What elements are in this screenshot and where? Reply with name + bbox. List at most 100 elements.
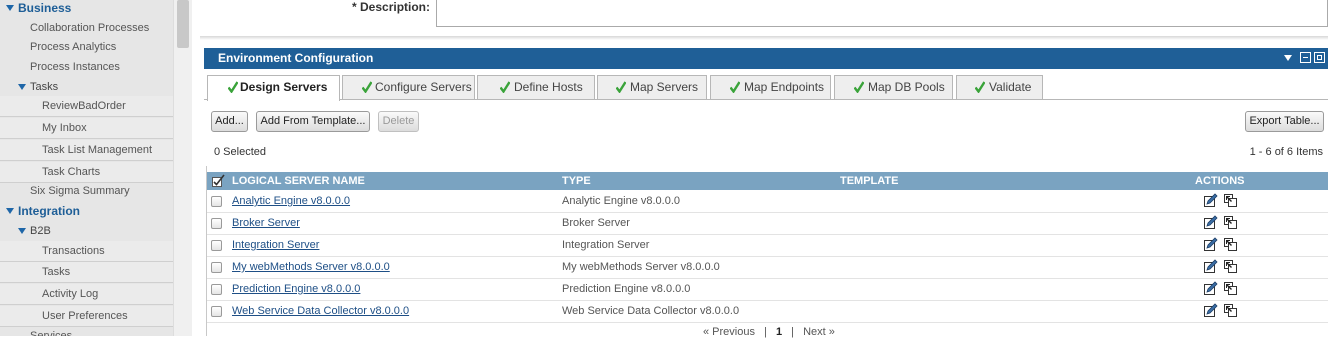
edit-icon[interactable] [1203, 303, 1218, 318]
column-header-name[interactable]: LOGICAL SERVER NAME [232, 175, 365, 187]
tab-configure-servers[interactable]: Configure Servers [342, 75, 475, 99]
server-name-link[interactable]: Integration Server [232, 239, 319, 251]
tab-map-endpoints[interactable]: Map Endpoints [710, 75, 831, 99]
sidebar-label: Task Charts [42, 166, 101, 178]
sidebar-group-b2b[interactable]: B2B [0, 221, 173, 242]
table-row[interactable]: My webMethods Server v8.0.0.0 My webMetho… [207, 257, 1328, 279]
expand-triangle-icon[interactable] [18, 84, 26, 90]
column-header-template[interactable]: TEMPLATE [840, 175, 898, 187]
sidebar-group-tasks[interactable]: Tasks [0, 77, 173, 98]
expand-triangle-icon[interactable] [18, 228, 26, 234]
add-button[interactable]: Add... [211, 111, 248, 132]
description-label: * Description: [352, 0, 431, 14]
sidebar-item-services[interactable]: Services [0, 326, 173, 336]
current-page[interactable]: 1 [776, 326, 782, 338]
sidebar-item-review-bad-order[interactable]: ReviewBadOrder [0, 96, 173, 117]
copy-icon[interactable] [1223, 281, 1238, 296]
sidebar-item-task-charts[interactable]: Task Charts [0, 162, 173, 183]
row-checkbox[interactable] [211, 306, 222, 317]
tab-label: Validate [989, 80, 1032, 94]
table-row[interactable]: Integration Server Integration Server [207, 235, 1328, 257]
row-checkbox[interactable] [211, 196, 222, 207]
copy-icon[interactable] [1223, 259, 1238, 274]
check-icon [730, 81, 740, 93]
table-row[interactable]: Broker Server Broker Server [207, 213, 1328, 235]
edit-icon[interactable] [1203, 193, 1218, 208]
server-type: Prediction Engine v8.0.0.0 [562, 283, 691, 295]
sidebar-item-my-inbox[interactable]: My Inbox [0, 118, 173, 139]
next-page-link[interactable]: Next » [803, 326, 835, 338]
pager-separator: | [764, 326, 767, 338]
copy-icon[interactable] [1223, 193, 1238, 208]
tab-label: Design Servers [240, 80, 328, 94]
sidebar-item-user-preferences[interactable]: User Preferences [0, 306, 173, 327]
expand-triangle-icon[interactable] [6, 208, 14, 214]
export-table-button[interactable]: Export Table... [1245, 111, 1324, 132]
expand-triangle-icon[interactable] [6, 5, 14, 11]
server-type: Broker Server [562, 217, 630, 229]
server-name-link[interactable]: Analytic Engine v8.0.0.0 [232, 195, 350, 207]
sidebar-item-process-analytics[interactable]: Process Analytics [0, 37, 173, 58]
edit-icon[interactable] [1203, 259, 1218, 274]
sidebar-item-b2b-tasks[interactable]: Tasks [0, 262, 173, 283]
panel-title: Environment Configuration [218, 51, 374, 65]
tab-define-hosts[interactable]: Define Hosts [477, 75, 595, 99]
copy-icon[interactable] [1223, 215, 1238, 230]
tab-map-db-pools[interactable]: Map DB Pools [834, 75, 953, 99]
sidebar-item-activity-log[interactable]: Activity Log [0, 284, 173, 305]
edit-icon[interactable] [1203, 281, 1218, 296]
select-all-icon[interactable] [212, 174, 225, 187]
edit-icon[interactable] [1203, 237, 1218, 252]
sidebar-label: Process Analytics [30, 41, 117, 53]
row-checkbox[interactable] [211, 218, 222, 229]
tab-design-servers[interactable]: Design Servers [207, 75, 340, 101]
edit-icon[interactable] [1203, 215, 1218, 230]
sidebar-category-business[interactable]: Business [0, 0, 173, 19]
minimize-icon[interactable] [1300, 52, 1311, 63]
scrollbar-thumb[interactable] [177, 0, 189, 48]
delete-button: Delete [378, 111, 419, 132]
table-row[interactable]: Prediction Engine v8.0.0.0 Prediction Eng… [207, 279, 1328, 301]
sidebar-scrollbar[interactable] [173, 0, 192, 336]
sidebar-label: Task List Management [42, 144, 153, 156]
sidebar-label: ReviewBadOrder [42, 100, 126, 112]
selection-count: 0 Selected [214, 146, 266, 158]
server-name-link[interactable]: Prediction Engine v8.0.0.0 [232, 283, 360, 295]
copy-icon[interactable] [1223, 237, 1238, 252]
server-type: Analytic Engine v8.0.0.0 [562, 195, 681, 207]
sidebar-item-task-list-management[interactable]: Task List Management [0, 140, 173, 161]
sidebar-label: Process Instances [30, 61, 120, 73]
row-checkbox[interactable] [211, 262, 222, 273]
sidebar-label: User Preferences [42, 310, 128, 322]
sidebar-item-process-instances[interactable]: Process Instances [0, 57, 173, 78]
table-row[interactable]: Web Service Data Collector v8.0.0.0 Web S… [207, 301, 1328, 323]
tab-validate[interactable]: Validate [956, 75, 1043, 99]
previous-page-link[interactable]: « Previous [703, 326, 755, 338]
column-header-actions: ACTIONS [1195, 175, 1245, 187]
sidebar-category-integration[interactable]: Integration [0, 201, 173, 222]
row-checkbox[interactable] [211, 284, 222, 295]
sidebar-label: Activity Log [42, 288, 99, 300]
check-icon [228, 81, 238, 93]
server-name-link[interactable]: My webMethods Server v8.0.0.0 [232, 261, 390, 273]
table-row[interactable]: Analytic Engine v8.0.0.0 Analytic Engine … [207, 191, 1328, 213]
check-icon [975, 81, 985, 93]
panel-header: Environment Configuration [204, 48, 1328, 69]
server-name-link[interactable]: Web Service Data Collector v8.0.0.0 [232, 305, 409, 317]
copy-icon[interactable] [1223, 303, 1238, 318]
sidebar-item-transactions[interactable]: Transactions [0, 241, 173, 262]
column-header-type[interactable]: TYPE [562, 175, 591, 187]
tab-label: Map Endpoints [744, 80, 825, 94]
description-field[interactable] [436, 0, 1328, 27]
maximize-icon[interactable] [1314, 52, 1325, 63]
items-range: 1 - 6 of 6 Items [1249, 146, 1323, 158]
sidebar-label: Business [18, 1, 72, 15]
sidebar-item-collaboration-processes[interactable]: Collaboration Processes [0, 18, 173, 39]
sidebar-item-six-sigma-summary[interactable]: Six Sigma Summary [0, 181, 173, 202]
add-from-template-button[interactable]: Add From Template... [256, 111, 370, 132]
tab-map-servers[interactable]: Map Servers [597, 75, 707, 99]
panel-menu-icon[interactable] [1284, 55, 1292, 61]
pager-separator: | [791, 326, 795, 338]
row-checkbox[interactable] [211, 240, 222, 251]
server-name-link[interactable]: Broker Server [232, 217, 300, 229]
